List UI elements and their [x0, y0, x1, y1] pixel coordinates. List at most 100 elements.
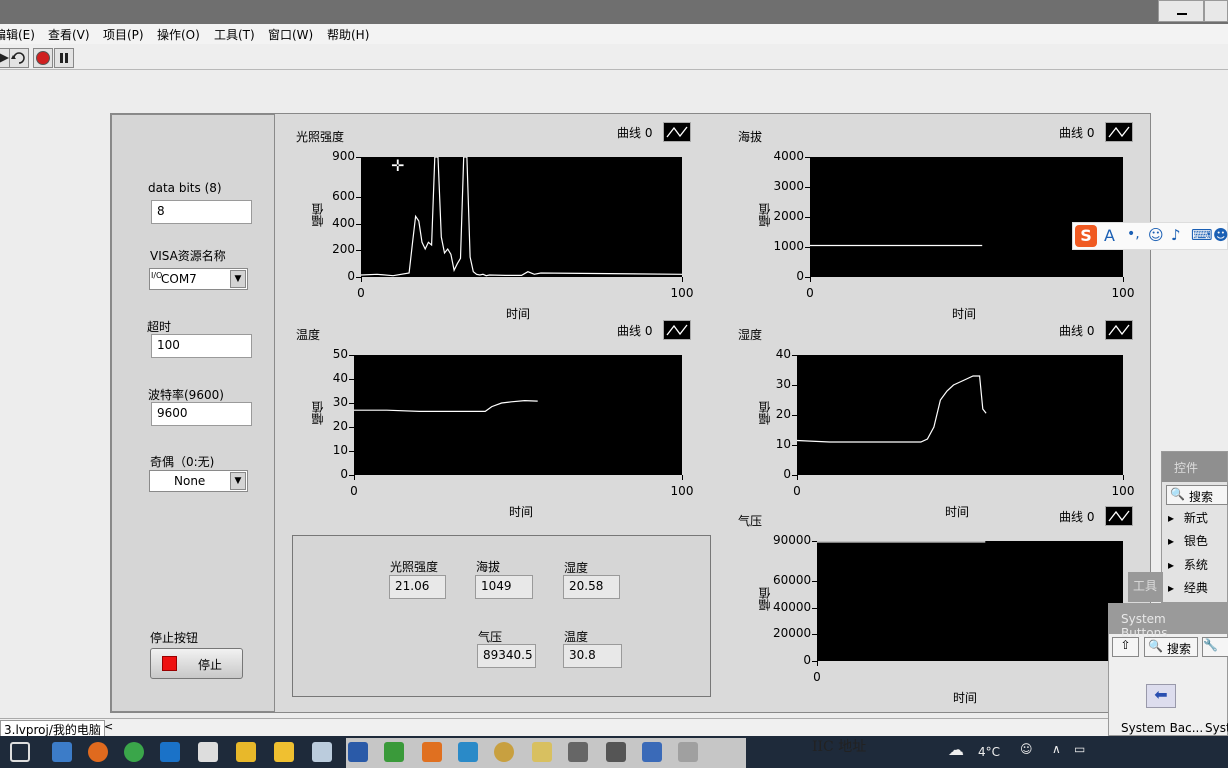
data-bits-input[interactable]: 8 [151, 200, 252, 224]
emoji-icon[interactable]: ☺ [1148, 226, 1164, 244]
y-tick-label: 60000 [773, 573, 812, 587]
y-tick-mark [356, 223, 361, 225]
palette-item-modern[interactable]: ▸ 新式 [1168, 509, 1208, 526]
task-view-icon[interactable] [10, 742, 30, 762]
series-line [354, 399, 538, 413]
legend-plot-icon[interactable] [1105, 506, 1133, 526]
punctuation-icon[interactable]: •, [1127, 226, 1140, 242]
chrome-icon[interactable] [124, 742, 144, 762]
maximize-button[interactable] [1204, 0, 1228, 22]
x-tick-mark [682, 475, 683, 480]
battery-icon[interactable]: ▭ [1074, 742, 1085, 756]
people-icon[interactable]: ☺ [1020, 742, 1033, 756]
visa-resource-select[interactable]: I/O COM7 ▼ [149, 268, 248, 290]
plot-area[interactable] [797, 355, 1123, 475]
tools-palette-title[interactable]: 工具 [1128, 572, 1163, 602]
x-axis-label: 时间 [509, 505, 534, 519]
parity-label: 奇偶（0:无) [150, 455, 215, 469]
menu-tools[interactable]: 工具(T) [214, 26, 255, 43]
menu-operate[interactable]: 操作(O) [157, 26, 200, 43]
user-icon[interactable]: ☻ [1213, 226, 1228, 244]
light-indicator-label: 光照强度 [390, 560, 439, 574]
camera-icon[interactable] [642, 742, 662, 762]
app3-icon[interactable] [458, 742, 478, 762]
pause-button[interactable] [54, 48, 74, 68]
font-mode-icon[interactable]: A [1104, 226, 1115, 245]
folder-icon[interactable] [236, 742, 256, 762]
tray-expand-icon[interactable]: ∧ [1052, 742, 1061, 756]
weather-icon[interactable]: ☁ [948, 740, 964, 759]
baud-rate-input[interactable]: 9600 [151, 402, 252, 426]
data-bits-label: data bits (8) [148, 181, 222, 195]
abort-button[interactable] [33, 48, 53, 68]
toolbar [0, 44, 1228, 70]
y-tick-label: 0 [347, 269, 355, 283]
chart-title: 温度 [296, 328, 321, 342]
palette-item-classic[interactable]: ▸ 经典 [1168, 579, 1208, 596]
menu-help[interactable]: 帮助(H) [327, 26, 369, 43]
timeout-input[interactable]: 100 [151, 334, 252, 358]
plot-area[interactable] [817, 541, 1123, 661]
tool-icon[interactable] [568, 742, 588, 762]
labview-icon[interactable] [532, 742, 552, 762]
legend-plot-icon[interactable] [663, 320, 691, 340]
app4-icon[interactable] [494, 742, 514, 762]
excel-icon[interactable] [384, 742, 404, 762]
menu-project[interactable]: 项目(P) [103, 26, 144, 43]
app5-icon[interactable] [678, 742, 698, 762]
system-back-item[interactable]: System Bac... [1121, 721, 1203, 735]
sogou-logo-icon[interactable]: S [1075, 225, 1097, 247]
scroll-left-icon[interactable]: < [104, 720, 113, 733]
legend-label: 曲线 0 [617, 126, 653, 140]
palette-item-silver[interactable]: ▸ 银色 [1168, 532, 1208, 549]
x-tick-label: 100 [670, 286, 694, 300]
palette-item-system[interactable]: ▸ 系统 [1168, 556, 1208, 573]
chevron-down-icon[interactable]: ▼ [230, 270, 246, 288]
timeout-label: 超时 [147, 320, 172, 334]
legend-plot-icon[interactable] [663, 122, 691, 142]
x-tick-label: 0 [350, 484, 358, 498]
sys-search-button[interactable]: 🔍 搜索 [1144, 637, 1198, 657]
explorer-pinned-icon[interactable] [52, 742, 72, 762]
y-axis-label: 幅值 [758, 401, 772, 425]
legend-plot-icon[interactable] [1105, 320, 1133, 340]
ie-icon[interactable] [160, 742, 180, 762]
paint-icon[interactable] [274, 742, 294, 762]
microphone-icon[interactable]: ♪ [1171, 226, 1181, 244]
keyboard-icon[interactable]: ⌨ [1191, 226, 1213, 244]
palette-search-label: 搜索 [1189, 490, 1214, 504]
system-item-2[interactable]: Syst [1205, 721, 1228, 735]
y-tick-mark [356, 157, 361, 158]
up-arrow-button[interactable]: ⇧ [1112, 637, 1139, 657]
firefox-icon[interactable] [88, 742, 108, 762]
menu-edit[interactable]: 编辑(E) [0, 26, 35, 43]
back-arrow-icon[interactable]: ⬅ [1146, 684, 1176, 708]
chevron-down-icon[interactable]: ▼ [230, 472, 246, 490]
word-icon[interactable] [348, 742, 368, 762]
stop-button[interactable]: 停止 [150, 648, 243, 679]
app-icon[interactable] [198, 742, 218, 762]
plot-area[interactable] [361, 157, 682, 277]
menu-view[interactable]: 查看(V) [48, 26, 90, 43]
search-icon: 🔍 [1148, 639, 1163, 653]
menu-window[interactable]: 窗口(W) [268, 26, 313, 43]
x-axis-label: 时间 [953, 691, 978, 705]
plot-area[interactable] [354, 355, 682, 475]
wrench-button[interactable]: 🔧 [1202, 637, 1228, 657]
app2-icon[interactable] [422, 742, 442, 762]
legend-plot-icon[interactable] [1105, 122, 1133, 142]
y-tick-mark [349, 451, 354, 452]
minimize-icon [1177, 13, 1187, 15]
palette-search-button[interactable]: 🔍 搜索 [1166, 485, 1228, 505]
calculator-icon[interactable] [606, 742, 626, 762]
plot-area[interactable] [810, 157, 1123, 277]
network-icon[interactable] [312, 742, 332, 762]
run-continuously-button[interactable] [9, 48, 29, 68]
x-tick-mark [361, 277, 362, 282]
x-tick-mark [1123, 277, 1124, 282]
parity-select[interactable]: None ▼ [149, 470, 248, 492]
up-arrow-icon: ⇧ [1120, 638, 1131, 652]
minimize-button[interactable] [1158, 0, 1204, 22]
x-tick-label: 0 [806, 286, 814, 300]
x-tick-mark [810, 277, 811, 282]
